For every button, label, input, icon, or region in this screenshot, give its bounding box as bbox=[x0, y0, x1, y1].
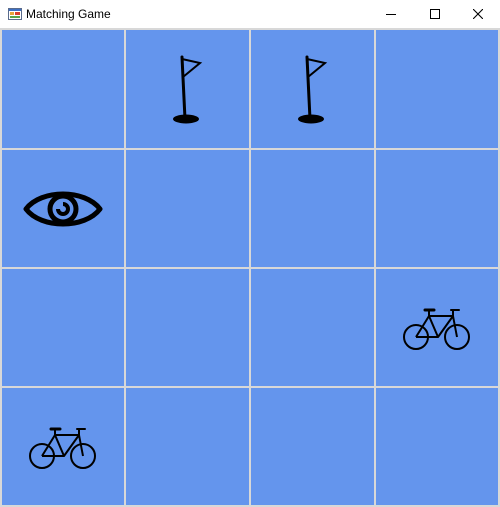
card-r3-c4[interactable] bbox=[376, 269, 498, 386]
card-r3-c3[interactable] bbox=[251, 269, 374, 386]
minimize-icon bbox=[386, 14, 396, 15]
card-r2-c1[interactable] bbox=[2, 150, 124, 267]
bicycle-icon bbox=[403, 308, 470, 350]
golf-flag-icon bbox=[172, 55, 202, 124]
card-r1-c4[interactable] bbox=[376, 30, 498, 148]
card-r4-c2[interactable] bbox=[126, 388, 249, 505]
golf-flag-icon bbox=[297, 55, 327, 124]
card-r1-c3[interactable] bbox=[251, 30, 374, 148]
close-button[interactable] bbox=[455, 0, 500, 28]
minimize-button[interactable] bbox=[368, 0, 414, 28]
windows-form-icon bbox=[8, 8, 22, 20]
bicycle-icon bbox=[29, 427, 96, 469]
card-r4-c3[interactable] bbox=[251, 388, 374, 505]
card-r3-c2[interactable] bbox=[126, 269, 249, 386]
card-r2-c4[interactable] bbox=[376, 150, 498, 267]
title-bar[interactable]: Matching Game bbox=[0, 0, 500, 28]
card-r4-c4[interactable] bbox=[376, 388, 498, 505]
card-r4-c1[interactable] bbox=[2, 388, 124, 505]
card-r3-c1[interactable] bbox=[2, 269, 124, 386]
game-board bbox=[0, 28, 500, 507]
window-title: Matching Game bbox=[26, 7, 111, 21]
card-r1-c2[interactable] bbox=[126, 30, 249, 148]
maximize-button[interactable] bbox=[412, 0, 458, 28]
matching-game-window: Matching Game bbox=[0, 0, 500, 507]
card-r2-c3[interactable] bbox=[251, 150, 374, 267]
card-r2-c2[interactable] bbox=[126, 150, 249, 267]
close-icon bbox=[473, 9, 483, 19]
maximize-icon bbox=[430, 9, 440, 19]
card-r1-c1[interactable] bbox=[2, 30, 124, 148]
eye-icon bbox=[23, 191, 103, 226]
